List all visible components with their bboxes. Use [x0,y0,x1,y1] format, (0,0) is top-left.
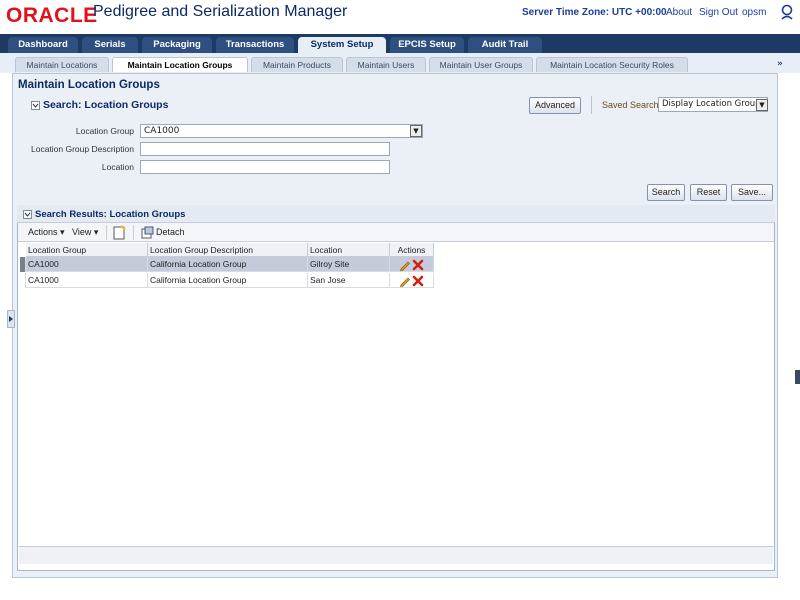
cell-location-group: CA1000 [26,257,148,272]
scroll-edge-marker [795,370,800,384]
results-toolbar [18,223,774,242]
tab-serials[interactable]: Serials [82,37,138,53]
subtab-maintain-user-groups[interactable]: Maintain User Groups [429,57,533,72]
table-footer [19,546,773,564]
tab-epcis-setup[interactable]: EPCIS Setup [390,37,464,53]
toolbar-separator [133,225,134,240]
chevron-down-icon [24,212,31,217]
column-header-actions: Actions [390,243,434,257]
cell-location: San Jose [308,273,390,288]
panel-splitter-handle[interactable] [7,310,15,328]
tab-system-setup[interactable]: System Setup [298,37,386,53]
column-header-description[interactable]: Location Group Description [148,243,308,257]
toolbar-separator [591,96,592,114]
oracle-logo: ORACLE [6,4,98,27]
detach-button[interactable]: Detach [156,227,185,237]
toolbar-separator [106,225,107,240]
page-title: Maintain Location Groups [18,79,160,91]
save-search-button[interactable]: Save... [731,184,773,201]
subtab-maintain-products[interactable]: Maintain Products [251,57,343,72]
detach-icon [141,226,154,239]
chevron-down-icon [32,103,39,108]
subtab-maintain-users[interactable]: Maintain Users [346,57,426,72]
user-link[interactable]: opsm [742,7,766,18]
subtab-maintain-location-groups[interactable]: Maintain Location Groups [112,57,248,72]
about-link[interactable]: About [666,7,692,18]
location-label: Location [101,162,134,172]
expand-arrow-icon [9,316,13,322]
search-section-title: Search: Location Groups [43,99,169,111]
server-time-zone: Server Time Zone: UTC +00:00 [522,7,667,18]
cell-location: Gilroy Site [308,257,390,272]
cell-description: California Location Group [148,273,308,288]
location-group-label: Location Group [75,126,134,136]
user-icon[interactable] [780,4,794,20]
location-input[interactable] [140,160,390,174]
delete-icon[interactable] [412,275,424,287]
column-header-location[interactable]: Location [308,243,390,257]
tab-transactions[interactable]: Transactions [216,37,294,53]
search-button[interactable]: Search [647,184,685,201]
more-tabs-chevron-icon[interactable]: » [777,59,783,69]
results-section-title: Search Results: Location Groups [35,209,186,220]
saved-search-dropdown-icon[interactable]: ▼ [756,99,768,111]
collapse-results-toggle[interactable] [23,210,32,219]
view-menu-label: View [72,227,92,237]
subtab-maintain-locations[interactable]: Maintain Locations [15,57,109,72]
location-group-description-label: Location Group Description [30,144,134,154]
tab-audit-trail[interactable]: Audit Trail [468,37,542,53]
location-group-description-input[interactable] [140,142,390,156]
sign-out-link[interactable]: Sign Out [699,7,738,18]
subtab-maintain-location-security-roles[interactable]: Maintain Location Security Roles [536,57,688,72]
app-header: ORACLE Pedigree and Serialization Manage… [0,0,800,34]
delete-icon[interactable] [412,259,424,271]
collapse-search-toggle[interactable] [31,101,40,110]
saved-search-select[interactable]: Display Location Groups [658,97,768,112]
cell-description: California Location Group [148,257,308,272]
app-title: Pedigree and Serialization Manager [93,3,348,20]
actions-menu-label: Actions [28,227,58,237]
location-group-dropdown-icon[interactable]: ▼ [410,125,422,137]
advanced-button[interactable]: Advanced [529,97,581,114]
actions-menu[interactable]: Actions ▾ [28,227,65,238]
edit-pencil-icon[interactable] [399,259,411,271]
location-group-select[interactable]: CA1000 [140,124,423,138]
column-header-location-group[interactable]: Location Group [26,243,148,257]
create-new-icon[interactable] [113,225,127,240]
view-menu[interactable]: View ▾ [72,227,98,238]
edit-pencil-icon[interactable] [399,275,411,287]
reset-button[interactable]: Reset [690,184,727,201]
tab-packaging[interactable]: Packaging [142,37,212,53]
saved-search-label: Saved Search [602,100,659,110]
tab-dashboard[interactable]: Dashboard [8,37,78,53]
cell-location-group: CA1000 [26,273,148,288]
